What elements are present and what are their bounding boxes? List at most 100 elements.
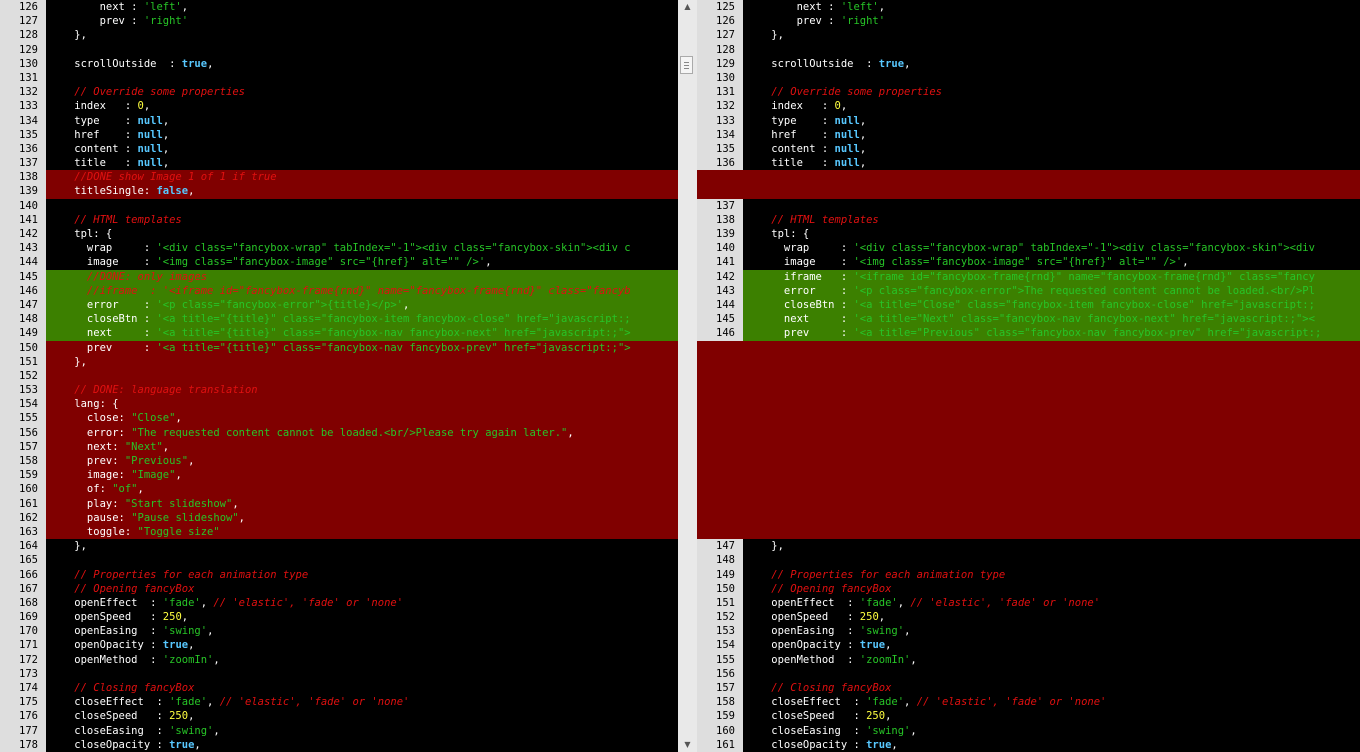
code-line[interactable]: 144 closeBtn : '<a title="Close" class="… [697, 297, 1360, 313]
code-line[interactable]: 131 // Override some properties [697, 85, 1360, 99]
code-line[interactable] [697, 439, 1360, 454]
code-line[interactable]: 157 // Closing fancyBox [697, 681, 1360, 695]
code-line[interactable] [697, 496, 1360, 511]
code-line[interactable]: 140 wrap : '<div class="fancybox-wrap" t… [697, 241, 1360, 255]
code-line[interactable]: 154 openOpacity : true, [697, 638, 1360, 652]
code-line[interactable] [697, 411, 1360, 426]
code-line[interactable] [697, 482, 1360, 497]
scroll-down-icon[interactable]: ▼ [678, 738, 697, 752]
code-line[interactable]: 164 }, [0, 539, 678, 553]
diff-pane-left[interactable]: 126 next : 'left', 127 prev : 'right' 128 … [0, 0, 678, 752]
code-line[interactable]: 125 next : 'left', [697, 0, 1360, 14]
code-line[interactable]: 173 [0, 667, 678, 681]
code-line[interactable]: 172 openMethod : 'zoomIn', [0, 653, 678, 667]
code-line[interactable]: 137 title : null, [0, 156, 678, 170]
code-line[interactable]: 140 [0, 199, 678, 213]
code-line[interactable]: 138 //DONE show Image 1 of 1 if true [0, 170, 678, 185]
code-line[interactable] [697, 510, 1360, 525]
code-line[interactable] [697, 425, 1360, 440]
code-line[interactable]: 127 prev : 'right' [0, 14, 678, 28]
code-line[interactable] [697, 397, 1360, 412]
code-line[interactable]: 176 closeSpeed : 250, [0, 709, 678, 723]
code-line[interactable]: 142 tpl: { [0, 227, 678, 241]
code-line[interactable]: 134 type : null, [0, 114, 678, 128]
code-line[interactable]: 158 closeEffect : 'fade', // 'elastic', … [697, 695, 1360, 709]
scrollbar-thumb[interactable] [680, 56, 693, 74]
code-line[interactable]: 139 tpl: { [697, 227, 1360, 241]
code-line[interactable]: 148 [697, 553, 1360, 567]
code-line[interactable]: 131 [0, 71, 678, 85]
code-line[interactable]: 143 error : '<p class="fancybox-error">T… [697, 283, 1360, 298]
code-line[interactable]: 163 toggle: "Toggle size" [0, 524, 678, 540]
code-line[interactable]: 144 image : '<img class="fancybox-image"… [0, 255, 678, 269]
code-line[interactable]: 167 // Opening fancyBox [0, 582, 678, 596]
code-line[interactable]: 133 type : null, [697, 114, 1360, 128]
code-line[interactable]: 139 titleSingle: false, [0, 184, 678, 199]
code-line[interactable] [697, 368, 1360, 384]
code-line[interactable]: 133 index : 0, [0, 99, 678, 113]
code-line[interactable]: 129 [0, 43, 678, 57]
code-line[interactable]: 132 // Override some properties [0, 85, 678, 99]
code-line[interactable]: 158 prev: "Previous", [0, 454, 678, 469]
code-line[interactable]: 162 pause: "Pause slideshow", [0, 510, 678, 525]
code-line[interactable]: 126 prev : 'right' [697, 14, 1360, 28]
code-line[interactable] [697, 184, 1360, 199]
code-line[interactable]: 159 closeSpeed : 250, [697, 709, 1360, 723]
code-line[interactable]: 128 [697, 43, 1360, 57]
code-line[interactable]: 138 // HTML templates [697, 213, 1360, 227]
code-line[interactable]: 150 prev : '<a title="{title}" class="fa… [0, 340, 678, 355]
code-line[interactable]: 149 next : '<a title="{title}" class="fa… [0, 326, 678, 341]
code-line[interactable]: 166 // Properties for each animation typ… [0, 568, 678, 582]
vertical-scrollbar[interactable]: ▲ ▼ [678, 0, 697, 752]
code-line[interactable]: 145 next : '<a title="Next" class="fancy… [697, 312, 1360, 327]
code-line[interactable] [697, 170, 1360, 185]
code-line[interactable]: 146 prev : '<a title="Previous" class="f… [697, 326, 1360, 341]
code-line[interactable]: 147 }, [697, 539, 1360, 553]
code-line[interactable]: 145 //DONE: only images [0, 269, 678, 284]
code-line[interactable] [697, 383, 1360, 398]
code-line[interactable]: 147 error : '<p class="fancybox-error">{… [0, 297, 678, 313]
code-line[interactable]: 168 openEffect : 'fade', // 'elastic', '… [0, 596, 678, 610]
code-line[interactable]: 129 scrollOutside : true, [697, 57, 1360, 71]
code-line[interactable]: 136 title : null, [697, 156, 1360, 170]
code-line[interactable]: 130 [697, 71, 1360, 85]
code-line[interactable] [697, 454, 1360, 469]
code-line[interactable]: 161 play: "Start slideshow", [0, 496, 678, 511]
code-line[interactable]: 174 // Closing fancyBox [0, 681, 678, 695]
code-line[interactable]: 155 close: "Close", [0, 411, 678, 426]
code-line[interactable]: 149 // Properties for each animation typ… [697, 568, 1360, 582]
code-line[interactable]: 152 [0, 368, 678, 384]
code-line[interactable]: 130 scrollOutside : true, [0, 57, 678, 71]
code-line[interactable]: 134 href : null, [697, 128, 1360, 142]
code-line[interactable]: 135 content : null, [697, 142, 1360, 156]
code-line[interactable]: 169 openSpeed : 250, [0, 610, 678, 624]
code-line[interactable]: 157 next: "Next", [0, 439, 678, 454]
code-line[interactable]: 148 closeBtn : '<a title="{title}" class… [0, 312, 678, 327]
code-line[interactable]: 143 wrap : '<div class="fancybox-wrap" t… [0, 241, 678, 255]
code-line[interactable]: 178 closeOpacity : true, [0, 738, 678, 752]
code-line[interactable]: 156 error: "The requested content cannot… [0, 425, 678, 440]
code-line[interactable]: 159 image: "Image", [0, 468, 678, 483]
code-line[interactable]: 177 closeEasing : 'swing', [0, 724, 678, 738]
code-line[interactable]: 135 href : null, [0, 128, 678, 142]
code-line[interactable]: 127 }, [697, 28, 1360, 42]
code-line[interactable]: 175 closeEffect : 'fade', // 'elastic', … [0, 695, 678, 709]
code-line[interactable]: 154 lang: { [0, 397, 678, 412]
code-line[interactable]: 128 }, [0, 28, 678, 42]
code-line[interactable]: 152 openSpeed : 250, [697, 610, 1360, 624]
code-line[interactable]: 153 openEasing : 'swing', [697, 624, 1360, 638]
code-line[interactable]: 165 [0, 553, 678, 567]
scroll-up-icon[interactable]: ▲ [678, 0, 697, 14]
code-line[interactable]: 150 // Opening fancyBox [697, 582, 1360, 596]
code-line[interactable]: 141 image : '<img class="fancybox-image"… [697, 255, 1360, 269]
code-line[interactable]: 142 iframe : '<iframe id="fancybox-frame… [697, 269, 1360, 284]
code-line[interactable]: 132 index : 0, [697, 99, 1360, 113]
code-line[interactable]: 136 content : null, [0, 142, 678, 156]
code-line[interactable]: 146 //iframe : '<iframe id="fancybox-fra… [0, 283, 678, 298]
code-line[interactable] [697, 340, 1360, 355]
code-line[interactable] [697, 354, 1360, 369]
code-line[interactable]: 141 // HTML templates [0, 213, 678, 227]
code-line[interactable]: 151 openEffect : 'fade', // 'elastic', '… [697, 596, 1360, 610]
code-line[interactable]: 156 [697, 667, 1360, 681]
code-line[interactable]: 137 [697, 199, 1360, 213]
